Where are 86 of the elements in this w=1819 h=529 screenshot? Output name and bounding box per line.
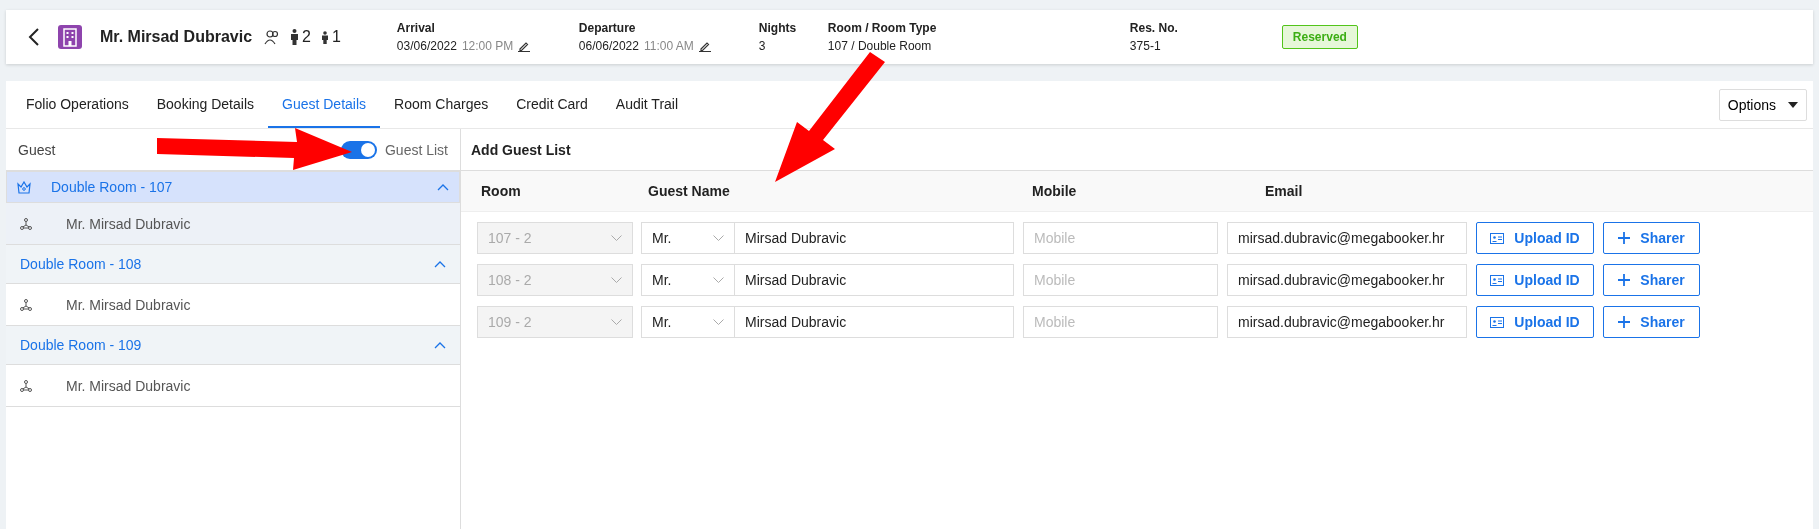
mobile-field[interactable]: Mobile [1023, 306, 1218, 338]
column-header: Room [481, 183, 522, 199]
name-field[interactable]: Mirsad Dubravic [735, 222, 1014, 254]
add-sharer-button[interactable]: Sharer [1603, 264, 1700, 296]
room-group-header[interactable]: Double Room - 107 [6, 171, 460, 203]
id-card-icon [1490, 232, 1505, 244]
adult-icon [290, 29, 300, 45]
chevron-icon[interactable] [434, 341, 446, 349]
column-header: Email [1265, 183, 1303, 199]
field-value: 375-1 [1129, 39, 1161, 53]
add-sharer-button[interactable]: Sharer [1603, 306, 1700, 338]
column-header: Mobile [1032, 183, 1078, 199]
tab[interactable]: Booking Details [142, 81, 268, 128]
panel-title: Guest [18, 141, 56, 158]
toggle-label: Guest List [384, 141, 448, 158]
guest-name: Mr. Mirsad Dubravic [66, 215, 191, 232]
child-icon [320, 30, 329, 44]
field-label: Nights [758, 21, 798, 35]
network-icon [20, 379, 32, 392]
field-time: 12:00 PM [461, 39, 514, 53]
field-label: Res. No. [1129, 21, 1179, 35]
room-group-header[interactable]: Double Room - 109 [6, 326, 460, 365]
field-value: 107 / Double Room [827, 39, 932, 53]
chevron-icon [713, 277, 724, 283]
salutation-select[interactable]: Mr. [641, 306, 735, 338]
network-icon [20, 298, 32, 311]
guest-name: Mr. Mirsad Dubravic [66, 296, 191, 313]
child-count: 1 [331, 28, 341, 46]
chevron-icon [611, 277, 622, 283]
tab[interactable]: Audit Trail [601, 81, 693, 128]
building-icon [58, 25, 82, 49]
plus-icon [1618, 274, 1631, 286]
options-dropdown[interactable]: Options [1718, 88, 1807, 121]
upload-id-button[interactable]: Upload ID [1476, 222, 1594, 254]
guest-name: Mr. Mirsad Dubravic [66, 377, 191, 394]
back-icon[interactable] [28, 28, 40, 46]
name-field[interactable]: Mirsad Dubravic [735, 306, 1014, 338]
caret-icon [1788, 101, 1798, 108]
field-label: Arrival [396, 21, 436, 35]
mobile-field[interactable]: Mobile [1023, 264, 1218, 296]
field-value: 03/06/2022 [396, 39, 457, 53]
add-sharer-button[interactable]: Sharer [1603, 222, 1700, 254]
field-label: Departure [578, 21, 637, 35]
edit-icon[interactable] [698, 40, 711, 52]
toggle-switch[interactable] [340, 140, 377, 159]
room-name: Double Room - 107 [51, 179, 174, 195]
guest-name: Mr. Mirsad Dubravic [100, 28, 253, 46]
field-time: 11:00 AM [643, 39, 694, 53]
column-header: Guest Name [648, 183, 731, 199]
chevron-icon[interactable] [437, 183, 449, 191]
field-value: 06/06/2022 [578, 39, 639, 53]
field-label: Room / Room Type [827, 21, 938, 35]
tab[interactable]: Guest Details [268, 81, 381, 128]
crown-icon [17, 180, 31, 194]
room-group-header[interactable]: Double Room - 108 [6, 245, 460, 284]
people-icon [264, 29, 281, 45]
chevron-icon[interactable] [434, 260, 446, 268]
salutation-select[interactable]: Mr. [641, 222, 735, 254]
chevron-icon [611, 319, 622, 325]
chevron-icon [713, 319, 724, 325]
email-field[interactable]: mirsad.dubravic@megabooker.hr [1227, 222, 1467, 254]
tab[interactable]: Room Charges [380, 81, 503, 128]
room-name: Double Room - 109 [20, 337, 143, 353]
guest-item[interactable]: Mr. Mirsad Dubravic [6, 203, 460, 245]
id-card-icon [1490, 274, 1505, 286]
name-field[interactable]: Mirsad Dubravic [735, 264, 1014, 296]
upload-id-button[interactable]: Upload ID [1476, 306, 1594, 338]
email-field[interactable]: mirsad.dubravic@megabooker.hr [1227, 264, 1467, 296]
tab[interactable]: Credit Card [502, 81, 602, 128]
mobile-field[interactable]: Mobile [1023, 222, 1218, 254]
upload-id-button[interactable]: Upload ID [1476, 264, 1594, 296]
adult-count: 2 [302, 28, 311, 46]
chevron-icon [611, 235, 622, 241]
room-name: Double Room - 108 [20, 256, 143, 272]
section-title: Add Guest List [471, 141, 571, 158]
chevron-icon [713, 235, 724, 241]
id-card-icon [1490, 316, 1505, 328]
plus-icon [1618, 316, 1631, 328]
field-value: 3 [758, 39, 766, 53]
salutation-select[interactable]: Mr. [641, 264, 735, 296]
status-badge: Reserved [1281, 25, 1358, 49]
plus-icon [1618, 232, 1631, 244]
email-field[interactable]: mirsad.dubravic@megabooker.hr [1227, 306, 1467, 338]
network-icon [20, 217, 32, 230]
edit-icon[interactable] [518, 40, 531, 52]
tab[interactable]: Folio Operations [12, 81, 143, 128]
